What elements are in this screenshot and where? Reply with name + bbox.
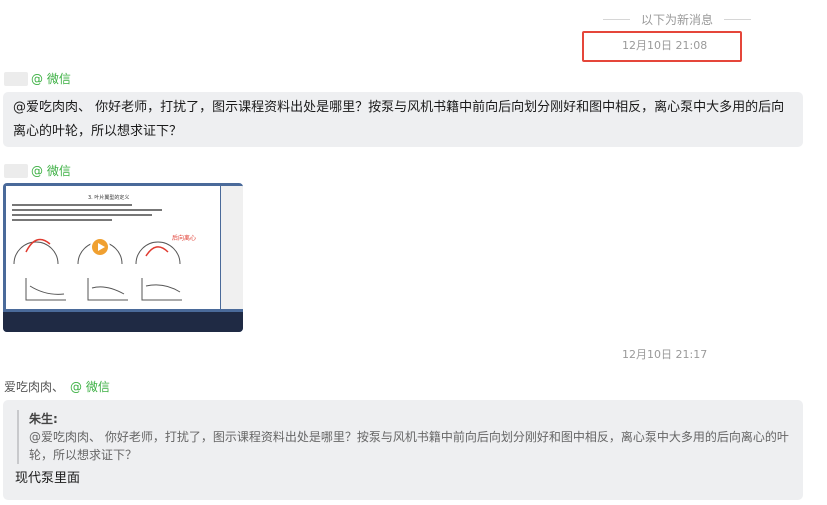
wechat-tag: @ 微信 [31, 72, 71, 86]
doc-text-line [12, 219, 112, 221]
sender-name: 爱吃肉肉、 [4, 380, 65, 394]
image-message-thumbnail[interactable]: 3. 叶片翼型的定义 后向离心 [3, 183, 243, 332]
screenshot-taskbar [3, 312, 243, 332]
message-text: @爱吃肉肉、 你好老师，打扰了，图示课程资料出处是哪里？按泵与风机书籍中前向后向… [13, 100, 785, 139]
doc-title: 3. 叶片翼型的定义 [88, 195, 130, 201]
quoted-message[interactable]: 朱生: @爱吃肉肉、 你好老师，打扰了，图示课程资料出处是哪里？按泵与风机书籍中… [17, 410, 793, 464]
screenshot-document-area: 3. 叶片翼型的定义 后向离心 [6, 186, 220, 309]
impeller-diagrams: 后向离心 [13, 234, 196, 301]
timestamp-second: 12月10日 21:17 [622, 348, 708, 361]
doc-text-line [12, 209, 162, 211]
wechat-tag: @ 微信 [31, 164, 71, 178]
message-bubble-reply[interactable]: 朱生: @爱吃肉肉、 你好老师，打扰了，图示课程资料出处是哪里？按泵与风机书籍中… [3, 400, 803, 500]
quote-text: @爱吃肉肉、 你好老师，打扰了，图示课程资料出处是哪里？按泵与风机书籍中前向后向… [29, 430, 789, 462]
doc-text-line [12, 214, 152, 216]
message-bubble-question[interactable]: @爱吃肉肉、 你好老师，打扰了，图示课程资料出处是哪里？按泵与风机书籍中前向后向… [3, 92, 803, 147]
divider-line-right [724, 18, 752, 20]
quote-author: 朱生: [29, 412, 58, 426]
video-play-icon[interactable] [90, 237, 110, 257]
screenshot-side-toolbar [221, 186, 243, 309]
sender-second[interactable]: @ 微信 [4, 162, 71, 180]
blurred-sender-name [4, 164, 28, 178]
blurred-sender-name [4, 72, 28, 86]
doc-text-line [12, 204, 132, 206]
wechat-tag: @ 微信 [70, 380, 110, 394]
timestamp-highlight-box [582, 31, 742, 62]
divider-line-left [603, 18, 630, 20]
impeller-label: 后向离心 [172, 234, 196, 242]
sender-first[interactable]: @ 微信 [4, 70, 71, 88]
new-messages-label: 以下为新消息 [641, 12, 714, 27]
reply-text: 现代泵里面 [15, 471, 81, 486]
new-messages-divider: 以下为新消息 [603, 9, 752, 29]
sender-third[interactable]: 爱吃肉肉、 @ 微信 [4, 378, 110, 396]
